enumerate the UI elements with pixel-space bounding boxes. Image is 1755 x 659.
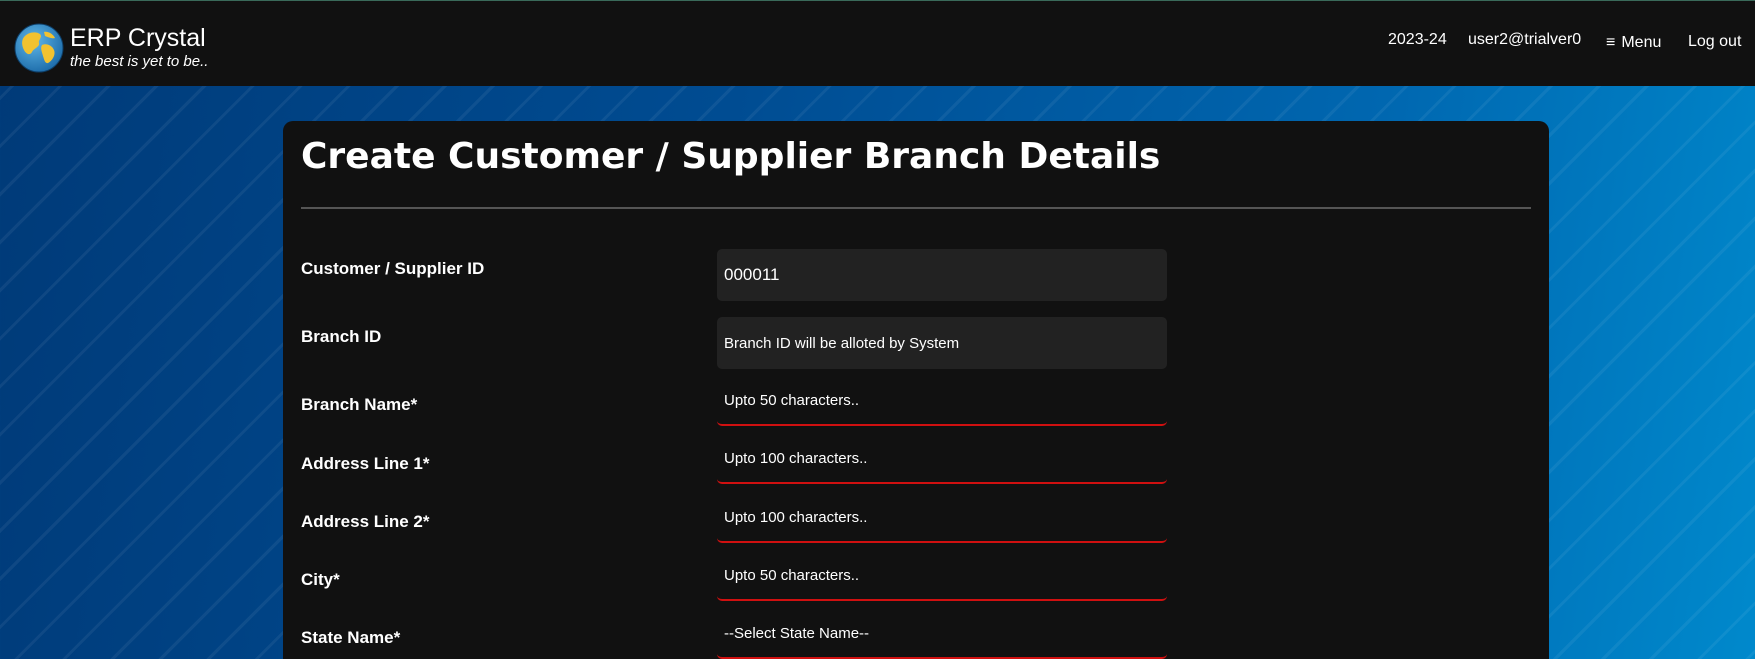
- customer-supplier-id-field: 000011: [717, 249, 1167, 301]
- logout-button[interactable]: Log out: [1688, 33, 1741, 51]
- address-line-1-field[interactable]: [717, 434, 1167, 484]
- address-line-2-label: Address Line 2*: [301, 512, 430, 531]
- state-name-select[interactable]: --Select State Name--: [717, 609, 1167, 659]
- city-label: City*: [301, 570, 340, 589]
- form-card: Create Customer / Supplier Branch Detail…: [283, 121, 1549, 659]
- brand-tagline: the best is yet to be..: [70, 53, 209, 70]
- financial-year[interactable]: 2023-24: [1388, 31, 1447, 49]
- globe-icon: [14, 23, 64, 73]
- branch-name-label: Branch Name*: [301, 395, 418, 414]
- menu-label: Menu: [1621, 34, 1662, 51]
- current-user[interactable]: user2@trialver0: [1468, 31, 1581, 49]
- city-input[interactable]: [724, 566, 1160, 584]
- title-divider: [301, 207, 1531, 209]
- branch-name-input[interactable]: [724, 391, 1160, 409]
- address-line-1-label: Address Line 1*: [301, 454, 430, 473]
- state-name-selected: --Select State Name--: [724, 624, 870, 642]
- customer-supplier-id-label: Customer / Supplier ID: [301, 259, 485, 278]
- menu-button[interactable]: ≡ Menu: [1606, 34, 1661, 52]
- branch-id-value: Branch ID will be alloted by System: [724, 334, 960, 352]
- page-title: Create Customer / Supplier Branch Detail…: [301, 136, 1161, 177]
- city-field[interactable]: [717, 551, 1167, 601]
- address-line-2-input[interactable]: [724, 508, 1160, 526]
- address-line-2-field[interactable]: [717, 493, 1167, 543]
- brand-title[interactable]: ERP Crystal: [70, 23, 206, 53]
- state-name-label: State Name*: [301, 628, 401, 647]
- branch-name-field[interactable]: [717, 376, 1167, 426]
- customer-supplier-id-value: 000011: [724, 265, 780, 284]
- hamburger-icon: ≡: [1606, 34, 1616, 51]
- address-line-1-input[interactable]: [724, 449, 1160, 467]
- branch-id-field: Branch ID will be alloted by System: [717, 317, 1167, 369]
- top-navbar: ERP Crystal the best is yet to be.. 2023…: [0, 0, 1755, 86]
- branch-id-label: Branch ID: [301, 327, 382, 346]
